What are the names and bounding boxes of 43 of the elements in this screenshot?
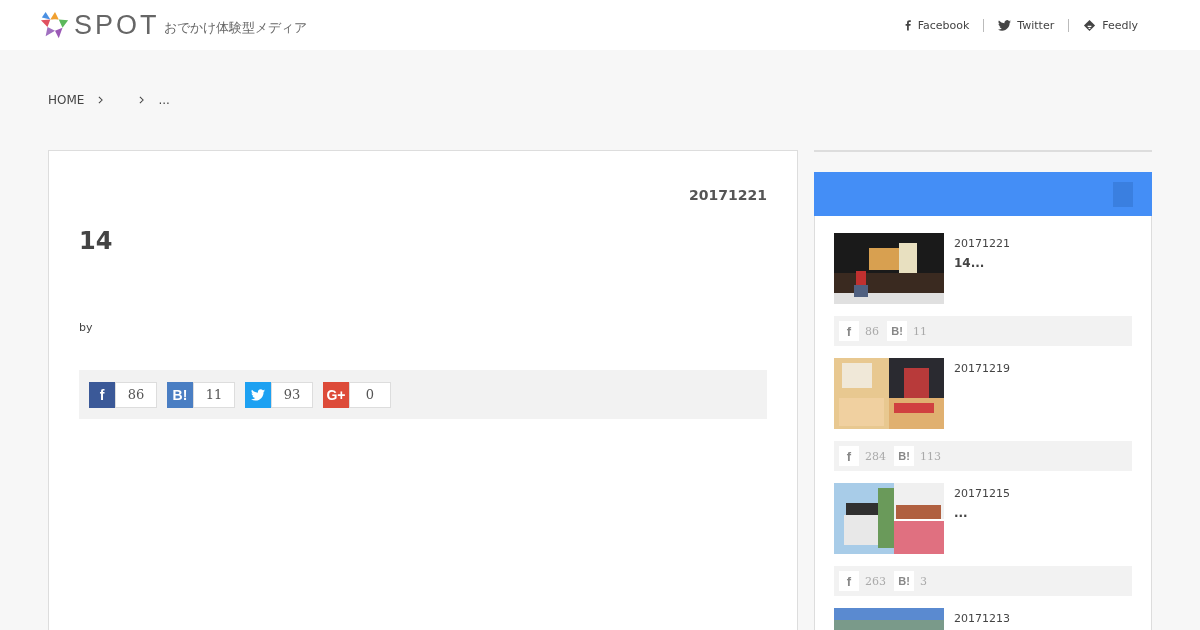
- post-title-link[interactable]: ...: [954, 506, 1010, 520]
- hatena-share-button[interactable]: B!: [894, 446, 914, 466]
- byline: by: [79, 321, 94, 334]
- facebook-share-button[interactable]: f: [839, 446, 859, 466]
- article-date: 20171221: [688, 187, 767, 203]
- breadcrumb-current: ...: [158, 93, 170, 107]
- post-date: 20171219: [954, 362, 1010, 375]
- share-count: 93: [271, 381, 313, 408]
- share-count: 113: [920, 449, 941, 463]
- hatena-share-button[interactable]: B!: [167, 381, 193, 408]
- share-count: 263: [865, 574, 886, 588]
- share-count: 86: [115, 381, 157, 408]
- social-link[interactable]: Twitter: [984, 18, 1069, 32]
- facebook-share-button[interactable]: f: [839, 571, 859, 591]
- post-date: 20171213: [954, 612, 1010, 625]
- facebook-share-button[interactable]: f: [839, 321, 859, 341]
- share-count: 0: [349, 381, 391, 408]
- social-link[interactable]: Feedly: [1069, 18, 1152, 32]
- bird-icon: [998, 19, 1012, 31]
- twitter-share-button[interactable]: [245, 381, 271, 408]
- hatena-share-button[interactable]: B!: [894, 571, 914, 591]
- star-pin-logo-icon: [40, 10, 70, 40]
- chevron-icon: [98, 96, 104, 104]
- social-link[interactable]: Facebook: [889, 18, 984, 32]
- share-count: 284: [865, 449, 886, 463]
- post-title-link[interactable]: 14...: [954, 256, 1010, 270]
- post-date: 20171215: [954, 487, 1010, 500]
- post-date: 20171221: [954, 237, 1010, 250]
- google-share-button[interactable]: G+: [323, 381, 349, 408]
- chevron-icon: [139, 96, 145, 104]
- share-count: 11: [193, 381, 235, 408]
- share-count: 11: [913, 324, 927, 338]
- bird-icon: [251, 388, 265, 401]
- article-title: 14: [79, 227, 114, 255]
- hatena-share-button[interactable]: B!: [887, 321, 907, 341]
- site-tagline: おでかけ体験型メディア: [163, 19, 307, 37]
- feedly-icon: [1083, 18, 1097, 32]
- share-count: 3: [920, 574, 927, 588]
- breadcrumb-link[interactable]: HOME: [48, 93, 85, 107]
- facebook-share-button[interactable]: f: [89, 381, 115, 408]
- share-count: 86: [865, 324, 879, 338]
- facebook-icon: [903, 19, 912, 31]
- site-logo[interactable]: SPOT: [74, 9, 160, 41]
